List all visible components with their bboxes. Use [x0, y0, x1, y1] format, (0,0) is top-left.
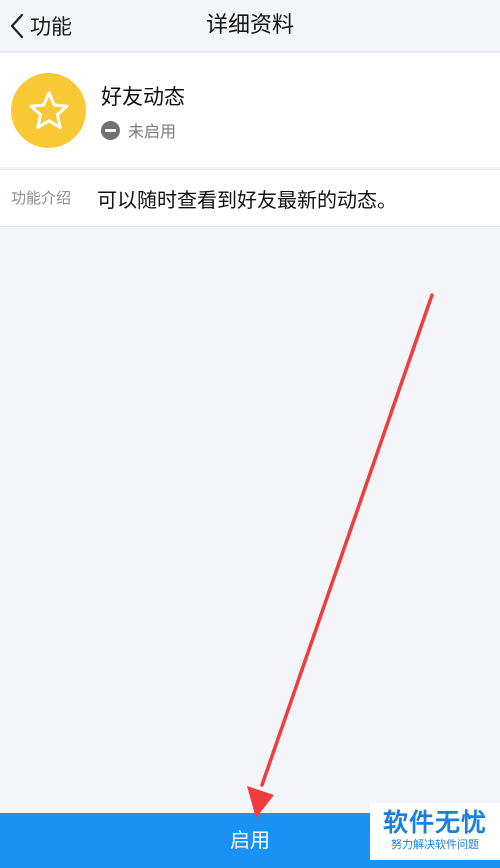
star-icon [11, 73, 86, 148]
back-button[interactable]: 功能 [6, 8, 72, 44]
watermark-main-text: 软件无忧 [382, 808, 487, 837]
feature-status: 未启用 [101, 119, 176, 141]
screen: 功能 详细资料 好友动态 未启用 功能介绍 可以随时查看到好友最新的动态。 启用… [0, 0, 500, 868]
feature-header: 好友动态 未启用 [0, 53, 500, 167]
watermark-sub-text: 努力解决软件问题 [391, 838, 479, 851]
navigation-bar: 功能 详细资料 [0, 0, 500, 52]
back-label: 功能 [30, 15, 72, 39]
chevron-left-icon [6, 8, 28, 44]
feature-name: 好友动态 [101, 85, 185, 109]
minus-circle-icon [101, 120, 120, 140]
feature-intro-row: 功能介绍 可以随时查看到好友最新的动态。 [0, 169, 500, 227]
status-text: 未启用 [128, 122, 177, 141]
intro-text: 可以随时查看到好友最新的动态。 [97, 188, 397, 212]
intro-label: 功能介绍 [11, 189, 72, 207]
page-title: 详细资料 [205, 13, 294, 38]
watermark-logo: 软件无忧 努力解决软件问题 [370, 803, 500, 860]
